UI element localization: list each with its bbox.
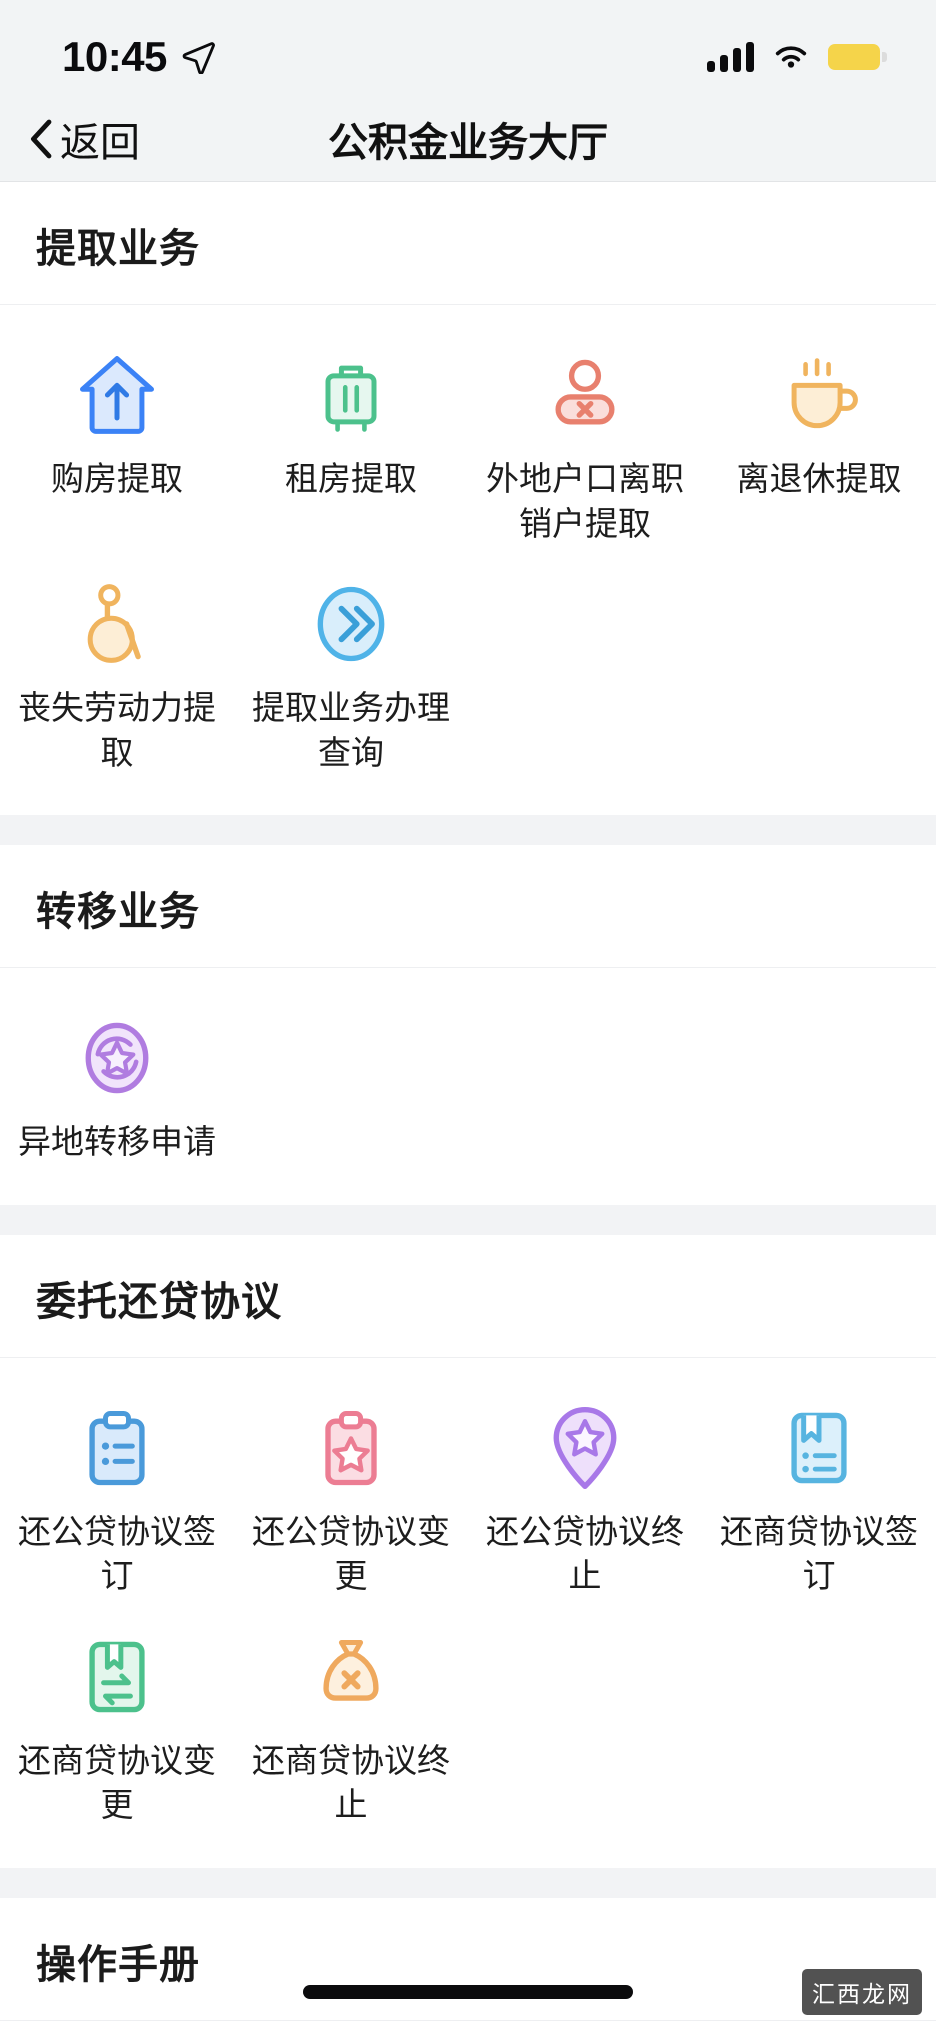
- menu-item-rent-withdrawal[interactable]: 租房提取: [234, 331, 468, 560]
- section-withdrawal: 提取业务 购房提取 租房提取 外地户口离职销户提取 离退休提取 丧失劳动力提取 …: [0, 182, 936, 816]
- wifi-icon: [775, 46, 807, 68]
- section-divider: [0, 1867, 936, 1898]
- battery-icon: [828, 44, 887, 70]
- section-title: 委托还贷协议: [36, 1279, 282, 1324]
- menu-item-label: 购房提取: [51, 460, 183, 497]
- back-button[interactable]: 返回: [0, 110, 140, 168]
- menu-item-public-loan-agreement-sign[interactable]: 还公贷协议签订: [0, 1384, 234, 1613]
- menu-item-retirement-withdrawal[interactable]: 离退休提取: [702, 331, 936, 560]
- section-transfer-grid: 异地转移申请: [0, 968, 936, 1205]
- menu-item-label: 离退休提取: [736, 460, 902, 497]
- clipboard-star-icon: [305, 1402, 397, 1494]
- menu-item-label: 异地转移申请: [18, 1123, 216, 1161]
- menu-item-public-loan-agreement-terminate[interactable]: 还公贷协议终止: [468, 1384, 702, 1613]
- page-title: 公积金业务大厅: [328, 120, 608, 165]
- menu-item-commercial-loan-agreement-change[interactable]: 还商贷协议变更: [0, 1613, 234, 1842]
- section-title: 操作手册: [36, 1942, 200, 1987]
- menu-item-disability-withdrawal[interactable]: 丧失劳动力提取: [0, 560, 234, 789]
- section-loan-repayment-agreement: 委托还贷协议 还公贷协议签订 还公贷协议变更 还公贷协议终止 还商贷协议签订 还…: [0, 1234, 936, 1868]
- menu-item-label: 还公贷协议签订: [18, 1512, 216, 1595]
- menu-item-label: 还公贷协议终止: [486, 1512, 684, 1595]
- money-bag-x-icon: [305, 1631, 397, 1723]
- user-remove-icon: [539, 349, 631, 441]
- chevron-left-icon: [31, 119, 52, 158]
- section-title: 转移业务: [36, 890, 200, 935]
- home-indicator[interactable]: [303, 1985, 633, 1999]
- section-withdrawal-grid: 购房提取 租房提取 外地户口离职销户提取 离退休提取 丧失劳动力提取 提取业务办…: [0, 305, 936, 815]
- back-button-label: 返回: [60, 120, 140, 165]
- section-header: 委托还贷协议: [0, 1235, 936, 1358]
- location-arrow-icon: [182, 42, 215, 74]
- menu-item-house-purchase-withdrawal[interactable]: 购房提取: [0, 331, 234, 560]
- menu-item-commercial-loan-agreement-terminate[interactable]: 还商贷协议终止: [234, 1613, 468, 1842]
- pin-star-icon: [539, 1402, 631, 1494]
- menu-item-label: 还商贷协议终止: [252, 1741, 450, 1824]
- menu-item-label: 还公贷协议变更: [252, 1512, 450, 1595]
- menu-item-label: 丧失劳动力提取: [18, 689, 216, 771]
- navigation-bar: 返回 公积金业务大厅: [0, 96, 936, 182]
- section-title: 提取业务: [36, 227, 200, 271]
- status-bar: 10:45: [0, 0, 936, 96]
- wheelchair-icon: [71, 578, 163, 670]
- suitcase-icon: [305, 349, 397, 441]
- section-header: 操作手册: [0, 1898, 936, 2021]
- status-bar-clock: 10:45: [62, 33, 167, 80]
- menu-item-label: 外地户口离职销户提取: [486, 460, 684, 542]
- menu-item-label: 还商贷协议签订: [720, 1512, 918, 1595]
- refresh-star-icon: [71, 1012, 163, 1104]
- book-list-icon: [773, 1402, 865, 1494]
- phone-screen: 10:45 返回 公积金业务大厅 提取业务 购房提取 租房提取 外地户口离职销户…: [0, 0, 936, 2025]
- double-chevron-right-icon: [305, 578, 397, 670]
- section-transfer: 转移业务 异地转移申请: [0, 845, 936, 1205]
- menu-item-label: 还商贷协议变更: [18, 1741, 216, 1824]
- house-up-arrow-icon: [71, 349, 163, 441]
- menu-item-label: 租房提取: [285, 460, 417, 497]
- clipboard-list-icon: [71, 1402, 163, 1494]
- menu-item-label: 提取业务办理查询: [252, 689, 450, 771]
- section-manual-grid: [0, 2021, 936, 2025]
- menu-item-nonlocal-resignation-withdrawal[interactable]: 外地户口离职销户提取: [468, 331, 702, 560]
- menu-item-intercity-transfer-application[interactable]: 异地转移申请: [0, 994, 234, 1179]
- section-divider: [0, 815, 936, 846]
- coffee-cup-icon: [773, 349, 865, 441]
- watermark: 汇西龙网: [802, 1969, 922, 2015]
- menu-item-commercial-loan-agreement-sign[interactable]: 还商贷协议签订: [702, 1384, 936, 1613]
- menu-item-public-loan-agreement-change[interactable]: 还公贷协议变更: [234, 1384, 468, 1613]
- status-bar-left: 10:45: [62, 33, 215, 81]
- menu-item-withdrawal-query[interactable]: 提取业务办理查询: [234, 560, 468, 789]
- section-divider: [0, 1204, 936, 1235]
- status-bar-right: [707, 42, 887, 72]
- section-manual: 操作手册: [0, 1897, 936, 2025]
- book-swap-icon: [71, 1631, 163, 1723]
- section-header: 转移业务: [0, 845, 936, 969]
- cellular-signal-icon: [707, 42, 754, 72]
- section-loan-grid: 还公贷协议签订 还公贷协议变更 还公贷协议终止 还商贷协议签订 还商贷协议变更 …: [0, 1358, 936, 1868]
- section-header: 提取业务: [0, 182, 936, 305]
